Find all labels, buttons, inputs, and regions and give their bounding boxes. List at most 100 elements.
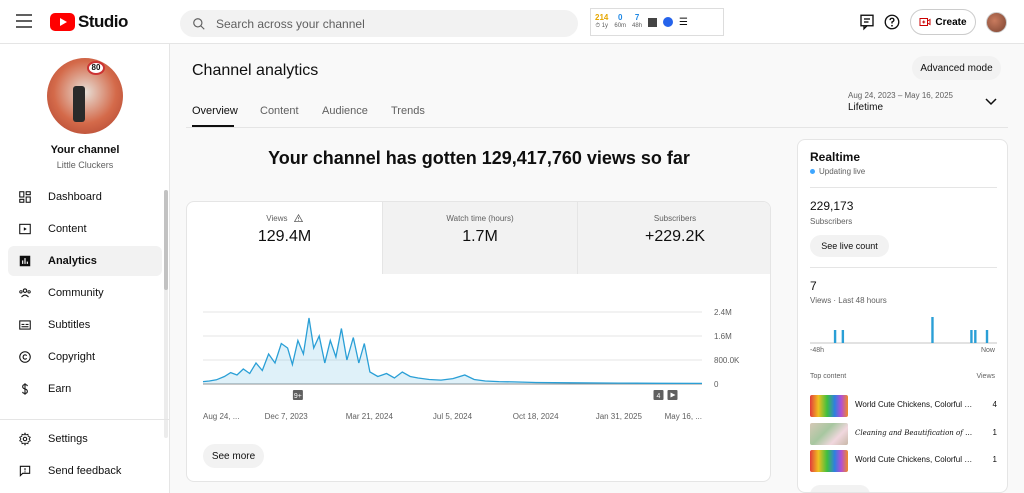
video-views: 4 bbox=[992, 400, 997, 409]
ext-stat-1y: 214 ⏱ 1y bbox=[595, 13, 609, 29]
channel-avatar[interactable]: 80 bbox=[47, 58, 123, 134]
sidebar-item-label: Earn bbox=[48, 383, 72, 395]
warning-icon[interactable] bbox=[293, 213, 303, 223]
video-views: 1 bbox=[992, 428, 997, 437]
x-tick-label: Jul 5, 2024 bbox=[433, 412, 473, 421]
overview-card: Views 129.4M Watch time (hours) 1.7M Sub… bbox=[186, 201, 771, 482]
extension-widget[interactable]: 214 ⏱ 1y 0 60m 7 48h ☰ bbox=[590, 8, 724, 36]
metric-value: 129.4M bbox=[257, 228, 312, 245]
realtime-bar-chart[interactable] bbox=[810, 310, 997, 344]
date-range-text: Aug 24, 2023 – May 16, 2025 bbox=[848, 91, 953, 100]
channel-name: Little Cluckers bbox=[56, 160, 114, 170]
x-tick-label: Mar 21, 2024 bbox=[346, 412, 394, 421]
tab-trends[interactable]: Trends bbox=[391, 105, 425, 117]
create-video-icon bbox=[919, 18, 931, 26]
realtime-status: Updating live bbox=[810, 167, 865, 176]
chevron-down-icon[interactable] bbox=[985, 98, 997, 106]
advanced-mode-button[interactable]: Advanced mode bbox=[912, 56, 1001, 80]
metric-value: 1.7M bbox=[462, 228, 498, 245]
search-input[interactable] bbox=[216, 16, 556, 31]
account-avatar[interactable] bbox=[986, 12, 1007, 33]
realtime-more-button[interactable] bbox=[810, 485, 870, 492]
sidebar-item-label: Content bbox=[48, 223, 87, 235]
live-dot-icon bbox=[810, 169, 815, 174]
studio-logo[interactable]: Studio bbox=[50, 12, 128, 32]
video-thumbnail[interactable] bbox=[810, 450, 848, 472]
realtime-bar[interactable] bbox=[931, 317, 934, 343]
video-title[interactable]: World Cute Chickens, Colorful Chickens bbox=[855, 455, 977, 464]
analytics-icon bbox=[19, 255, 31, 267]
ext-stat-48h: 7 48h bbox=[632, 13, 643, 29]
metric-label: Subscribers bbox=[653, 214, 697, 223]
see-more-button[interactable]: See more bbox=[203, 444, 264, 468]
metric-label: Views bbox=[266, 214, 288, 223]
tab-audience[interactable]: Audience bbox=[322, 105, 368, 117]
help-icon[interactable] bbox=[883, 13, 901, 31]
x-tick-label: May 16, ... bbox=[665, 412, 702, 421]
metric-views[interactable]: Views 129.4M bbox=[187, 202, 382, 274]
realtime-bar[interactable] bbox=[833, 330, 837, 343]
video-title[interactable]: Cleaning and Beautification of Chickens bbox=[855, 429, 977, 437]
sidebar-item-label: Send feedback bbox=[48, 465, 122, 477]
date-range-label: Lifetime bbox=[848, 102, 884, 113]
create-button[interactable]: Create bbox=[910, 9, 976, 35]
feedback-notes-icon[interactable] bbox=[858, 13, 876, 31]
ext-stat-60m: 0 60m bbox=[614, 13, 627, 29]
sidebar-item-copyright[interactable]: Copyright bbox=[8, 342, 162, 372]
ext-menu-icon[interactable]: ☰ bbox=[679, 17, 688, 28]
feedback-icon bbox=[19, 465, 31, 477]
ext-chart-icon[interactable] bbox=[648, 17, 658, 27]
y-tick-label: 800.0K bbox=[714, 356, 740, 365]
sidebar-item-settings[interactable]: Settings bbox=[8, 424, 162, 454]
copyright-icon bbox=[19, 351, 31, 363]
realtime-title: Realtime bbox=[810, 150, 861, 164]
metric-subscribers[interactable]: Subscribers +229.2K bbox=[577, 202, 770, 274]
axis-start-label: -48h bbox=[810, 347, 825, 354]
tab-content[interactable]: Content bbox=[260, 105, 299, 117]
sidebar-item-earn[interactable]: Earn bbox=[8, 374, 162, 404]
create-label: Create bbox=[935, 16, 967, 28]
sidebar-item-subtitles[interactable]: Subtitles bbox=[8, 310, 162, 340]
sidebar-item-label: Copyright bbox=[48, 351, 96, 363]
sidebar-scrollbar[interactable] bbox=[164, 190, 168, 290]
total-views-headline: Your channel has gotten 129,417,760 view… bbox=[268, 148, 690, 168]
y-tick-label: 1.6M bbox=[714, 332, 732, 341]
see-live-count-button[interactable]: See live count bbox=[810, 235, 889, 257]
divider bbox=[810, 267, 997, 268]
top-content-item[interactable]: Cleaning and Beautification of Chickens … bbox=[810, 423, 997, 445]
y-tick-label: 2.4M bbox=[714, 308, 732, 317]
sidebar-item-label: Dashboard bbox=[48, 191, 102, 203]
sidebar: 80 Your channel Little Cluckers Dashboar… bbox=[0, 44, 170, 493]
ext-logo-icon[interactable] bbox=[663, 17, 674, 27]
metric-watch-time[interactable]: Watch time (hours) 1.7M bbox=[382, 202, 577, 274]
views-chart[interactable]: 2.4M 1.6M 800.0K 0 Aug 24, ... Dec 7, 2023 Mar… bbox=[187, 274, 771, 424]
video-views: 1 bbox=[992, 455, 997, 464]
video-thumbnail[interactable] bbox=[810, 423, 848, 445]
sidebar-item-community[interactable]: Community bbox=[8, 278, 162, 308]
realtime-bar[interactable] bbox=[974, 330, 977, 343]
sidebar-item-label: Settings bbox=[48, 433, 88, 445]
svg-text:9+: 9+ bbox=[294, 393, 302, 400]
tab-overview[interactable]: Overview bbox=[192, 105, 238, 117]
sidebar-item-analytics[interactable]: Analytics bbox=[8, 246, 162, 276]
chart-marker[interactable]: 9+ bbox=[292, 390, 303, 400]
avatar-sign-text: 80 bbox=[87, 61, 105, 75]
views-48h-label: Views · Last 48 hours bbox=[810, 296, 887, 305]
top-content-item[interactable]: World Cute Chickens, Colorful Chickens 4 bbox=[810, 395, 997, 417]
menu-icon[interactable] bbox=[16, 14, 32, 28]
top-content-item[interactable]: World Cute Chickens, Colorful Chickens 1 bbox=[810, 450, 997, 472]
search-bar[interactable] bbox=[180, 10, 578, 37]
realtime-bar[interactable] bbox=[841, 330, 845, 343]
top-content-heading: Top content bbox=[810, 373, 847, 380]
chart-marker[interactable]: 4 bbox=[653, 390, 664, 400]
video-thumbnail[interactable] bbox=[810, 395, 848, 417]
earn-icon bbox=[22, 383, 28, 395]
video-title[interactable]: World Cute Chickens, Colorful Chickens bbox=[855, 400, 977, 409]
channel-title: Your channel bbox=[50, 144, 120, 156]
sidebar-item-send-feedback[interactable]: Send feedback bbox=[8, 456, 162, 486]
realtime-bar[interactable] bbox=[985, 330, 989, 343]
sidebar-item-dashboard[interactable]: Dashboard bbox=[8, 182, 162, 212]
realtime-bar[interactable] bbox=[970, 330, 973, 343]
sidebar-item-content[interactable]: Content bbox=[8, 214, 162, 244]
sidebar-divider bbox=[0, 419, 170, 420]
